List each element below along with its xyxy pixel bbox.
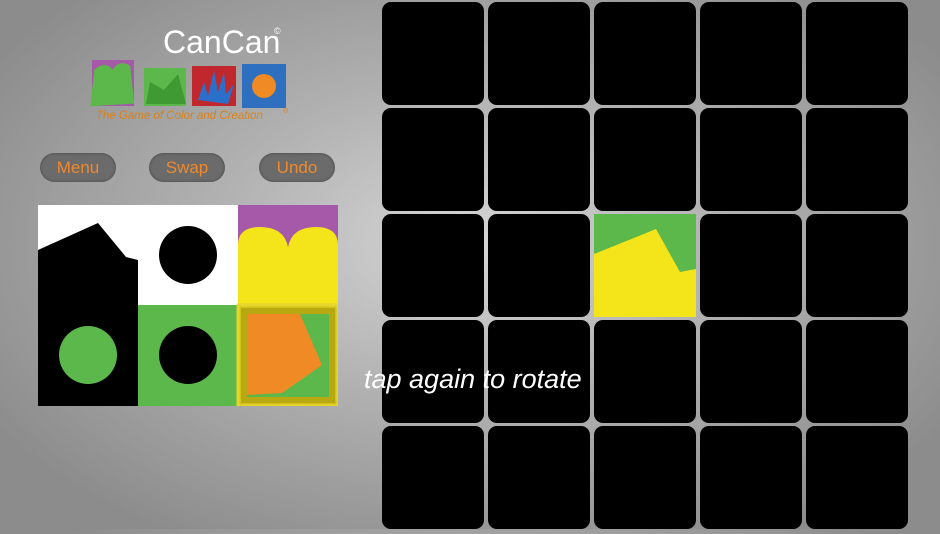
board-placed-tile[interactable] bbox=[594, 214, 696, 317]
hand-tile-black-circle[interactable] bbox=[138, 205, 238, 305]
hand-tile-house-top[interactable] bbox=[38, 205, 138, 305]
board-cell[interactable] bbox=[700, 2, 802, 105]
board-cell[interactable] bbox=[700, 426, 802, 529]
board-cell[interactable] bbox=[700, 108, 802, 211]
hand-tile-purple-yellow[interactable] bbox=[238, 205, 338, 305]
board-cell[interactable] bbox=[382, 108, 484, 211]
board-cell[interactable] bbox=[700, 320, 802, 423]
logo-tiles-graphic bbox=[90, 60, 286, 108]
board-cell[interactable] bbox=[488, 426, 590, 529]
board-cell[interactable] bbox=[382, 320, 484, 423]
game-board bbox=[380, 0, 908, 529]
board-cell[interactable] bbox=[382, 2, 484, 105]
logo-registered-mark: ® bbox=[283, 108, 289, 115]
board-cell[interactable] bbox=[806, 426, 908, 529]
logo-tagline: The Game of Color and Creation bbox=[96, 110, 263, 122]
hand-tile-orange[interactable] bbox=[236, 303, 338, 406]
menu-button[interactable]: Menu bbox=[40, 153, 116, 182]
board-cell[interactable] bbox=[488, 320, 590, 423]
swap-button[interactable]: Swap bbox=[149, 153, 225, 182]
board-cell[interactable] bbox=[700, 214, 802, 317]
game-logo: CanCan © The Game of Color and Creation … bbox=[86, 24, 296, 134]
board-grid bbox=[382, 2, 908, 529]
logo-tile-purple bbox=[90, 60, 135, 107]
board-cell[interactable] bbox=[806, 2, 908, 105]
board-cell[interactable] bbox=[806, 108, 908, 211]
logo-tile-red bbox=[192, 66, 236, 106]
board-cell[interactable] bbox=[594, 2, 696, 105]
board-cell[interactable] bbox=[488, 2, 590, 105]
logo-tile-green bbox=[144, 68, 186, 106]
board-cell[interactable] bbox=[488, 214, 590, 317]
logo-title: CanCan bbox=[163, 24, 281, 60]
tile-hand bbox=[38, 205, 338, 406]
board-cell[interactable] bbox=[382, 426, 484, 529]
board-cell[interactable] bbox=[806, 214, 908, 317]
board-cell[interactable] bbox=[806, 320, 908, 423]
board-cell[interactable] bbox=[594, 426, 696, 529]
board-cell[interactable] bbox=[382, 214, 484, 317]
hand-tile-green-circle[interactable] bbox=[38, 305, 138, 406]
logo-tile-blue bbox=[242, 64, 286, 108]
board-cell[interactable] bbox=[488, 108, 590, 211]
logo-copyright-mark: © bbox=[274, 26, 281, 36]
hand-tile-green-black-circle[interactable] bbox=[138, 305, 238, 406]
undo-button[interactable]: Undo bbox=[259, 153, 335, 182]
board-cell[interactable] bbox=[594, 320, 696, 423]
board-cell[interactable] bbox=[594, 108, 696, 211]
